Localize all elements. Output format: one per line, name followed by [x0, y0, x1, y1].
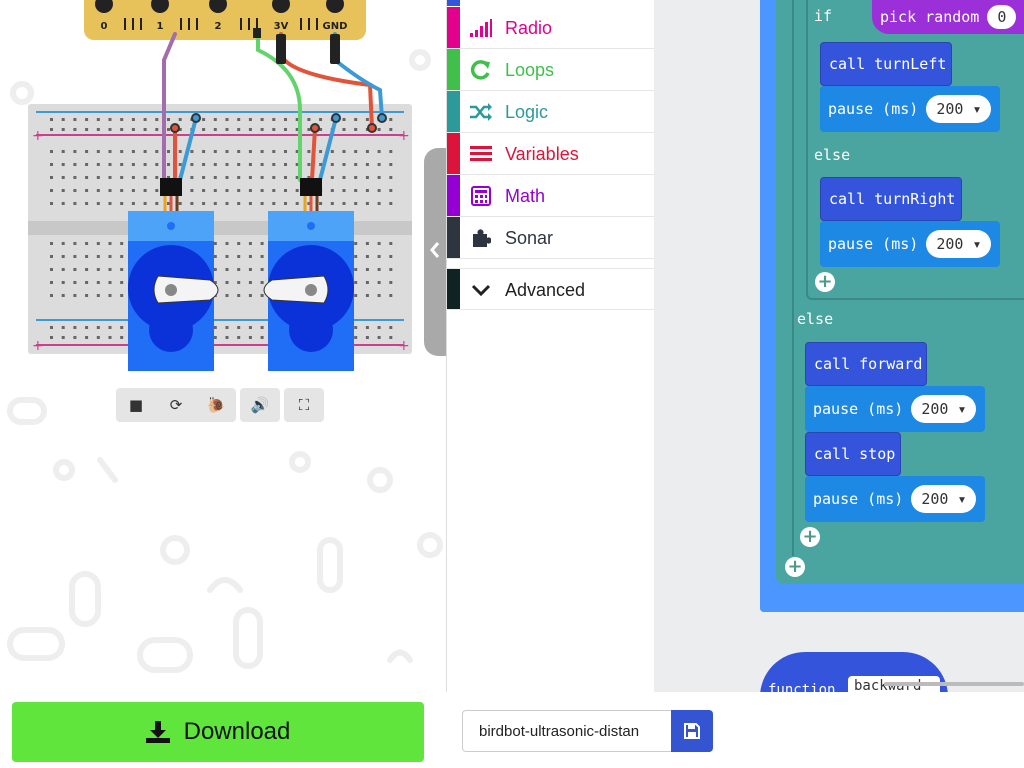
function-label: function [768, 682, 836, 692]
call-forward-block[interactable]: call forward [805, 342, 927, 386]
call-turnright-block[interactable]: call turnRight [820, 177, 962, 221]
svg-text:+: + [398, 128, 410, 144]
pin-label-1: 1 [157, 21, 164, 32]
stop-icon: ■ [128, 396, 144, 414]
fullscreen-icon: ⛶ [298, 396, 310, 414]
pause-value-2: 200 [936, 235, 964, 253]
bottom-bar: Download [0, 692, 1024, 768]
toolbox-label-loops: Loops [505, 60, 555, 80]
dropdown-caret-icon: ▾ [957, 400, 967, 418]
call-turnleft-block[interactable]: call turnLeft [820, 42, 952, 86]
call-forward-label: call forward [814, 355, 923, 373]
pause-label-4: pause (ms) [813, 490, 904, 508]
download-button[interactable]: Download [12, 702, 424, 762]
toolbox-label-math: Math [505, 186, 546, 206]
toolbox-item-advanced[interactable]: Advanced [447, 268, 655, 310]
call-stop-block[interactable]: call stop [805, 432, 901, 476]
pick-random-label: pick random [880, 8, 980, 26]
simulator-canvas[interactable]: 0 1 2 3V GND + + + + [0, 0, 446, 700]
pause-block-3[interactable]: pause (ms) 200 ▾ [805, 386, 985, 432]
dropdown-caret-icon: ▾ [957, 490, 967, 508]
pick-random-block[interactable]: pick random 0 [872, 0, 1024, 34]
pause-block-2[interactable]: pause (ms) 200 ▾ [820, 221, 1000, 267]
mute-icon: 🔊 [250, 396, 270, 414]
pin-label-3v: 3V [274, 21, 289, 32]
pin-label-0: 0 [101, 21, 108, 32]
dropdown-caret-icon: ▾ [972, 100, 982, 118]
pause-value-field-4[interactable]: 200 ▾ [911, 485, 977, 513]
pause-label-1: pause (ms) [828, 100, 919, 118]
save-button[interactable] [671, 710, 713, 752]
puzzle-icon [469, 227, 493, 249]
pause-block-1[interactable]: pause (ms) 200 ▾ [820, 86, 1000, 132]
collapse-simulator-tab[interactable] [424, 148, 446, 356]
pause-label-3: pause (ms) [813, 400, 904, 418]
restart-button[interactable]: ⟳ [156, 388, 196, 422]
svg-text:+: + [32, 338, 44, 354]
pause-value-field-3[interactable]: 200 ▾ [911, 395, 977, 423]
slow-mo-icon: 🐌 [206, 396, 226, 414]
stop-button[interactable]: ■ [116, 388, 156, 422]
toolbox-label-sonar: Sonar [505, 228, 554, 248]
servo-right [263, 211, 354, 371]
list-lines-icon [469, 143, 493, 165]
horizontal-scrollbar[interactable] [884, 682, 1024, 686]
pick-random-min-field[interactable]: 0 [987, 5, 1017, 29]
dropdown-caret-icon: ▾ [972, 235, 982, 253]
svg-text:+: + [32, 128, 44, 144]
toolbox-item-loops[interactable]: Loops [447, 49, 655, 91]
project-name-input[interactable] [462, 710, 672, 752]
simulator-controls: ■ ⟳ 🐌 🔊 ⛶ [116, 388, 324, 422]
save-icon [684, 723, 700, 739]
add-icon-inner[interactable]: + [815, 272, 835, 292]
toolbox-label-variables: Variables [505, 144, 579, 164]
call-turnleft-label: call turnLeft [829, 55, 947, 73]
svg-text:+: + [398, 338, 410, 354]
else-label-inner: else [814, 146, 851, 164]
toolbox-top-edge [447, 0, 655, 6]
calculator-icon [469, 185, 493, 207]
simulator-panel: 0 1 2 3V GND + + + + ■ ⟳ 🐌 🔊 ⛶ [0, 0, 446, 700]
toolbox-item-math[interactable]: Math [447, 175, 655, 217]
toolbox-label-radio: Radio [505, 18, 553, 38]
pin-label-2: 2 [215, 21, 222, 32]
toolbox-label-logic: Logic [505, 102, 549, 122]
restart-icon: ⟳ [169, 396, 183, 414]
loop-arrow-icon [469, 59, 493, 81]
add-icon-outer[interactable]: + [785, 557, 805, 577]
chevron-left-icon [430, 242, 440, 258]
call-turnright-label: call turnRight [829, 190, 956, 208]
toolbox-item-radio[interactable]: Radio [447, 7, 655, 49]
else-label-outer: else [797, 310, 834, 328]
mute-button[interactable]: 🔊 [240, 388, 280, 422]
pause-value-field-1[interactable]: 200 ▾ [926, 95, 992, 123]
toolbox-item-variables[interactable]: Variables [447, 133, 655, 175]
toolbox-label-advanced: Advanced [505, 280, 586, 300]
toolbox-item-logic[interactable]: Logic [447, 91, 655, 133]
pin-label-gnd: GND [323, 21, 348, 32]
pause-block-4[interactable]: pause (ms) 200 ▾ [805, 476, 985, 522]
add-icon-middle[interactable]: + [800, 527, 820, 547]
pause-value-field-2[interactable]: 200 ▾ [926, 230, 992, 258]
chevron-down-icon [469, 279, 493, 301]
toolbox: Radio Loops Logic Variables Math Sonar A… [446, 0, 655, 700]
if-label: if [814, 7, 833, 25]
signal-bars-icon [469, 17, 493, 39]
pause-label-2: pause (ms) [828, 235, 919, 253]
download-label: Download [183, 718, 291, 745]
pause-value-4: 200 [921, 490, 949, 508]
shuffle-icon [469, 101, 493, 123]
servo-left [128, 211, 219, 371]
pause-value-1: 200 [936, 100, 964, 118]
fullscreen-button[interactable]: ⛶ [284, 388, 324, 422]
pause-value-3: 200 [921, 400, 949, 418]
download-icon [145, 721, 170, 743]
toolbox-item-sonar[interactable]: Sonar [447, 217, 655, 259]
slow-mo-button[interactable]: 🐌 [196, 388, 236, 422]
call-stop-label: call stop [814, 445, 896, 463]
blocks-workspace[interactable]: else + + if pick random 0 else + call tu… [654, 0, 1024, 692]
